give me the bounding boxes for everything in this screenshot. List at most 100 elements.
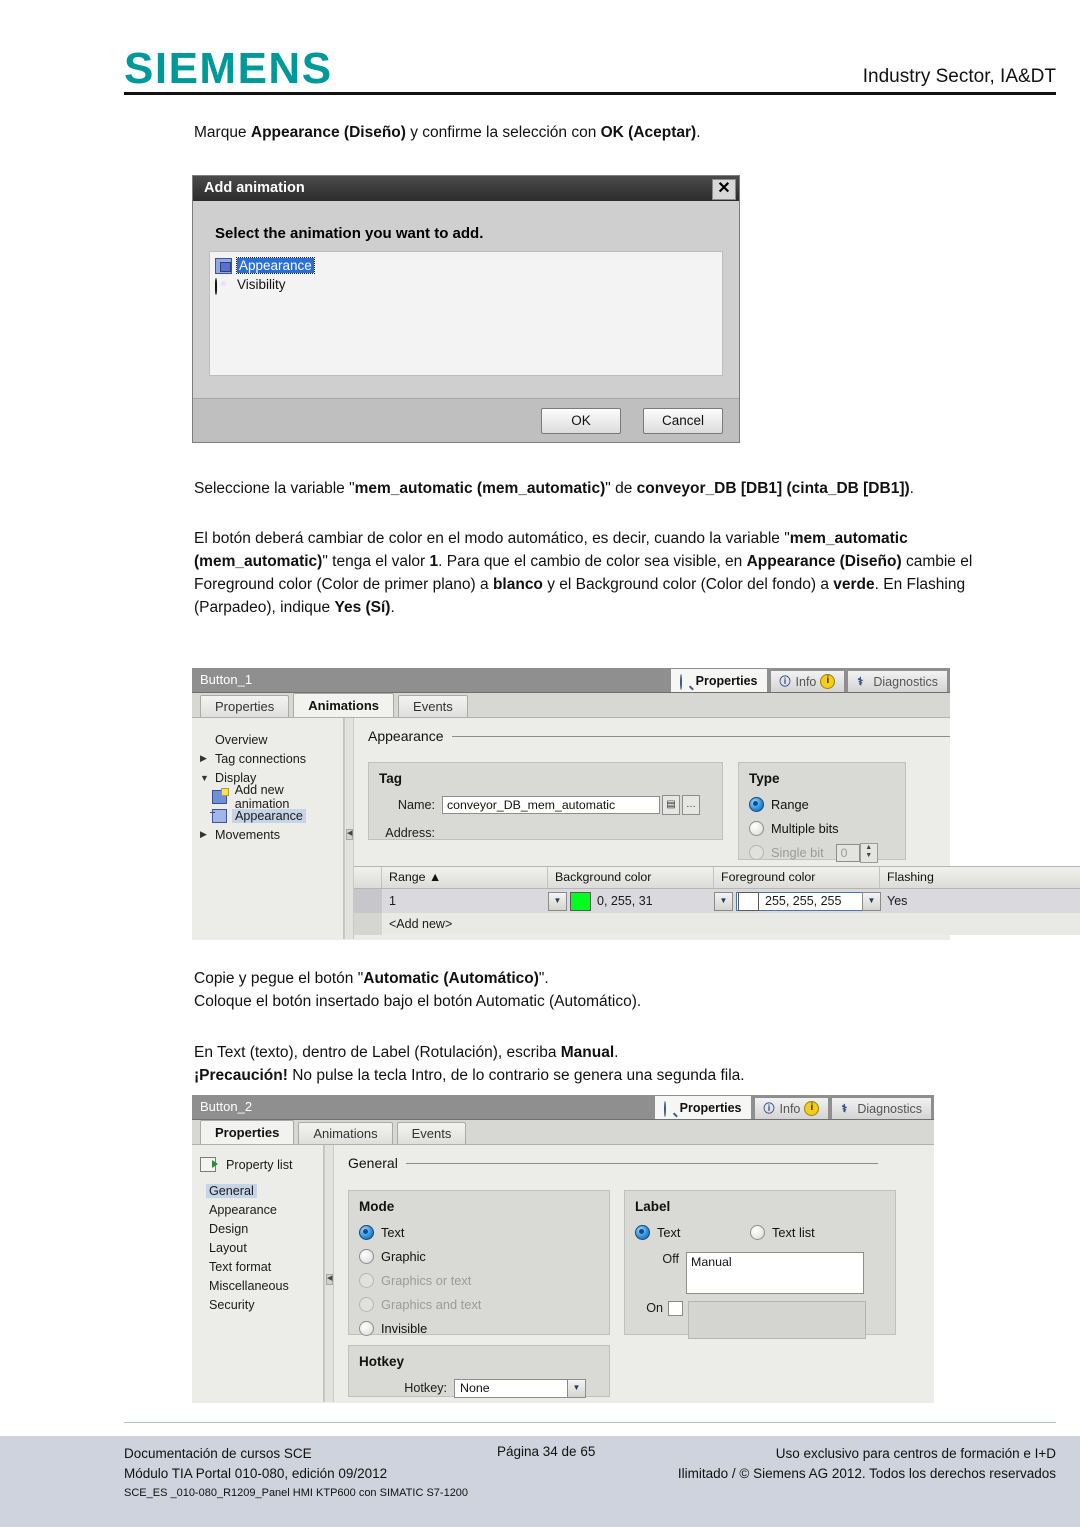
radio-multiple-bits[interactable]: Multiple bits [749,818,895,839]
close-icon[interactable]: ✕ [712,179,736,200]
hotkey-select[interactable]: None ▼ [454,1378,586,1398]
cancel-button[interactable]: Cancel [643,408,723,434]
footer-right-line2: Ilimitado / © Siemens AG 2012. Todos los… [677,1466,1056,1481]
add-new-label[interactable]: <Add new> [382,917,555,931]
desc-1: El botón deberá cambiar de color en el m… [194,530,790,547]
ok-button[interactable]: OK [541,408,621,434]
table-col-flashing[interactable]: Flashing [880,867,980,888]
tree-item-text-format[interactable]: Text format [192,1257,323,1276]
tree-item-tag-connections[interactable]: ▶ Tag connections [192,749,343,768]
subtab-animations[interactable]: Animations [298,1122,393,1144]
foreground-color-editor[interactable]: 255, 255, 255 [736,891,879,911]
button1-properties-panel: Button_1 Properties ⓘ Info i ⚕ Diagnosti… [192,668,1080,940]
tree-item-general[interactable]: General [192,1181,323,1200]
tab-properties[interactable]: Properties [669,668,768,692]
splitter-grip-icon[interactable]: ◀ [346,828,353,840]
subtab-animations[interactable]: Animations [293,693,395,717]
list-item-visibility[interactable]: Visibility [215,275,717,295]
table-col-range[interactable]: Range ▲ [382,867,548,888]
list-item-appearance[interactable]: Appearance [215,256,717,275]
animation-list[interactable]: Appearance Visibility [209,251,723,376]
subtab-properties[interactable]: Properties [200,695,290,717]
desc-bold-verde: verde [833,576,875,593]
chevron-down-icon[interactable]: ▼ [200,773,212,783]
tag-browse-icon[interactable]: ▤ [662,795,680,815]
tab-label: Info [779,1101,801,1116]
tab-properties[interactable]: Properties [653,1095,752,1119]
tree-label: Security [209,1297,255,1312]
tree-item-overview[interactable]: Overview [192,730,343,749]
row-selector[interactable] [354,889,382,913]
table-add-new-row[interactable]: <Add new> [354,913,1080,935]
tree-item-add-new-animation[interactable]: Add new animation [192,783,343,811]
table-row[interactable]: 1 ▼ 0, 255, 31 ▼ 255, 255, 255 ▼ Yes [354,889,1080,913]
radio-text[interactable]: Text [359,1222,599,1243]
desc-7: . [390,599,395,616]
tab-info[interactable]: ⓘ Info i [769,670,846,692]
tree-item-miscellaneous[interactable]: Miscellaneous [192,1276,323,1295]
add-animation-dialog: Add animation ✕ Select the animation you… [192,175,740,443]
panel1-splitter[interactable]: ◀ [344,718,354,939]
radio-invisible[interactable]: Invisible [359,1318,599,1339]
panel1-object-name: Button_1 [200,672,253,687]
tree-item-property-list[interactable]: Property list [192,1155,323,1174]
list-item-label: Visibility [237,277,286,292]
dialog-body: Select the animation you want to add. Ap… [193,201,739,401]
copy-bold-automatic: Automatic (Automático) [363,970,539,987]
tree-item-design[interactable]: Design [192,1219,323,1238]
subtab-events[interactable]: Events [398,695,468,717]
label-on-checkbox[interactable] [668,1301,683,1316]
panel1-section-title-row: Appearance [368,728,950,744]
radio-icon [635,1225,650,1240]
radio-graphic[interactable]: Graphic [359,1246,599,1267]
hotkey-row: Hotkey: None ▼ [359,1377,599,1399]
tree-item-movements[interactable]: ▶ Movements [192,825,343,844]
foreground-color-swatch[interactable] [738,891,759,911]
tree-item-appearance[interactable]: Appearance [192,1200,323,1219]
splitter-grip-icon[interactable]: ◀ [326,1273,333,1285]
background-color-swatch[interactable] [570,891,591,911]
table-col-foreground[interactable]: Foreground color [714,867,880,888]
chevron-down-icon[interactable]: ▼ [548,891,567,911]
desc-2: " tenga el valor [322,553,430,570]
panel2-splitter[interactable]: ◀ [324,1145,334,1402]
tab-diagnostics[interactable]: ⚕ Diagnostics [847,670,948,692]
chevron-down-icon[interactable]: ▼ [567,1379,585,1397]
tag-name-input[interactable]: conveyor_DB_mem_automatic [442,796,660,814]
chevron-right-icon[interactable]: ▶ [200,753,212,764]
panel2-content: General Mode Text Graphic Graphics or te… [334,1145,934,1402]
tab-label: Info [795,674,817,689]
label-off-textarea[interactable]: Manual [686,1252,864,1294]
chevron-right-icon[interactable]: ▶ [200,829,212,840]
property-list-icon [200,1157,218,1172]
tag-group: Tag Name: conveyor_DB_mem_automatic ▤ … … [368,762,723,840]
chevron-down-icon[interactable]: ▼ [714,891,733,911]
subtab-events[interactable]: Events [396,1122,467,1144]
tree-item-layout[interactable]: Layout [192,1238,323,1257]
chevron-down-icon[interactable]: ▼ [862,891,881,911]
tab-diagnostics[interactable]: ⚕ Diagnostics [831,1097,932,1119]
cell-range[interactable]: 1 [382,889,548,913]
tree-item-security[interactable]: Security [192,1295,323,1314]
radio-label: Multiple bits [771,821,839,836]
label-off-caption: Off [662,1252,679,1266]
tree-label: Miscellaneous [209,1278,289,1293]
radio-label-text-list[interactable]: Text list [750,1222,815,1243]
button2-properties-panel: Button_2 Properties ⓘ Info i ⚕ Diagnosti… [192,1095,934,1403]
subtab-properties[interactable]: Properties [200,1120,295,1144]
table-col-background[interactable]: Background color [548,867,714,888]
info-icon: ⓘ [763,1102,775,1115]
select-end: . [909,480,914,497]
tab-info[interactable]: ⓘ Info i [753,1097,830,1119]
paragraph-intro: Marque Appearance (Diseño) y confirme la… [194,121,1044,144]
radio-label-text[interactable]: Text [635,1222,750,1243]
tag-more-button[interactable]: … [682,795,700,815]
label-group: Label Text Text list Off Manual On [624,1190,896,1339]
desc-bold-yes: Yes (Sí) [334,599,391,616]
radio-range[interactable]: Range [749,794,895,815]
tree-label: Appearance [232,808,306,823]
copy-end: ". [538,970,549,987]
cell-flashing[interactable]: Yes [887,894,907,908]
radio-icon [749,797,764,812]
paragraph-select-variable: Seleccione la variable "mem_automatic (m… [194,477,1044,500]
